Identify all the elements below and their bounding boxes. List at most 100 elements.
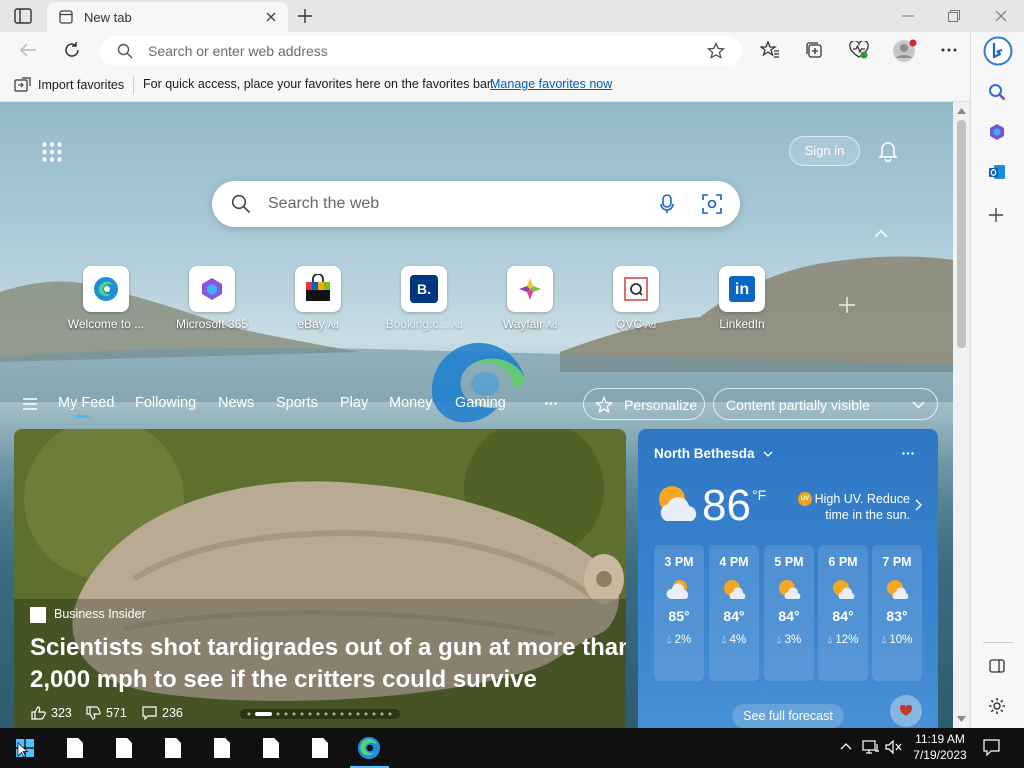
quick-link-wayfair[interactable] bbox=[507, 266, 553, 312]
hourly-forecast-item[interactable]: 3 PM 85° 💧︎ 2% bbox=[654, 545, 704, 681]
comment-icon bbox=[142, 706, 157, 720]
add-quick-link-icon[interactable] bbox=[838, 296, 856, 314]
restore-button[interactable] bbox=[948, 10, 960, 22]
see-full-forecast-button[interactable]: See full forecast bbox=[732, 704, 844, 728]
import-favorites-label: Import favorites bbox=[38, 77, 125, 92]
weather-more-icon[interactable] bbox=[902, 452, 914, 455]
dislike-button[interactable]: 571 bbox=[86, 706, 127, 720]
notification-center-icon[interactable] bbox=[983, 739, 1000, 756]
sidebar-divider bbox=[983, 642, 1013, 643]
close-window-button[interactable] bbox=[995, 10, 1007, 22]
carousel-indicator[interactable] bbox=[240, 709, 400, 719]
quick-link-linkedin[interactable]: in bbox=[719, 266, 765, 312]
volume-muted-icon[interactable] bbox=[885, 740, 903, 754]
news-article-card[interactable]: Business Insider Scientists shot tardigr… bbox=[14, 429, 626, 728]
bing-copilot-icon[interactable] bbox=[983, 36, 1013, 66]
sign-in-button[interactable]: Sign in bbox=[789, 136, 860, 166]
notifications-bell-icon[interactable] bbox=[878, 140, 898, 162]
tab-my-feed[interactable]: My Feed bbox=[58, 395, 114, 411]
taskbar-file-icon[interactable] bbox=[116, 738, 132, 758]
taskbar-file-icon[interactable] bbox=[263, 738, 279, 758]
new-tab-button[interactable] bbox=[297, 8, 313, 24]
quick-link-booking[interactable]: B. bbox=[401, 266, 447, 312]
weather-alert[interactable]: High UV. Reduce time in the sun. bbox=[798, 491, 910, 523]
linkedin-logo-icon: in bbox=[729, 276, 755, 302]
taskbar-file-icon[interactable] bbox=[312, 738, 328, 758]
hourly-forecast-item[interactable]: 7 PM 83° 💧︎ 10% bbox=[872, 545, 922, 681]
personalize-button[interactable]: Personalize bbox=[583, 388, 705, 420]
edge-sidebar bbox=[970, 32, 1024, 728]
show-hidden-icons-chevron[interactable] bbox=[840, 743, 852, 750]
import-favorites-button[interactable]: Import favorites bbox=[14, 77, 124, 92]
feed-menu-icon[interactable] bbox=[23, 398, 37, 410]
temperature-unit: °F bbox=[752, 487, 767, 503]
tab-gaming[interactable]: Gaming bbox=[455, 395, 506, 411]
network-icon[interactable] bbox=[862, 740, 880, 754]
quick-link-label: QVC Ad bbox=[615, 317, 657, 331]
favorites-icon[interactable] bbox=[760, 41, 780, 59]
quick-link-qvc[interactable] bbox=[613, 266, 659, 312]
sidebar-settings-icon[interactable] bbox=[988, 697, 1006, 715]
tab-sports[interactable]: Sports bbox=[276, 395, 318, 411]
microsoft365-sidebar-icon[interactable] bbox=[988, 123, 1006, 141]
app-launcher-icon[interactable] bbox=[42, 142, 62, 162]
taskbar-file-icon[interactable] bbox=[67, 738, 83, 758]
collapse-chevron-icon[interactable] bbox=[874, 230, 888, 238]
more-options-icon[interactable] bbox=[941, 48, 957, 52]
location-chevron-down-icon[interactable] bbox=[763, 451, 773, 457]
scroll-down-arrow-icon[interactable] bbox=[957, 716, 966, 722]
taskbar-file-icon[interactable] bbox=[165, 738, 181, 758]
minimize-button[interactable] bbox=[902, 15, 914, 17]
article-source: Business Insider bbox=[54, 607, 146, 621]
back-button[interactable] bbox=[19, 42, 37, 58]
tab-actions-icon[interactable] bbox=[14, 8, 32, 24]
raindrop-icon: 💧︎ bbox=[721, 634, 727, 646]
clock[interactable]: 11:19 AM 7/19/2023 bbox=[910, 731, 970, 763]
quick-link-microsoft365[interactable] bbox=[189, 266, 235, 312]
hide-sidebar-icon[interactable] bbox=[989, 659, 1005, 673]
browser-essentials-icon[interactable] bbox=[849, 41, 869, 59]
tab-title: New tab bbox=[84, 10, 132, 25]
taskbar-edge-icon[interactable] bbox=[357, 736, 381, 760]
alert-chevron-right-icon[interactable] bbox=[915, 499, 922, 511]
tab-new-tab[interactable]: New tab bbox=[47, 2, 288, 32]
page-scrollbar[interactable] bbox=[953, 102, 970, 728]
tab-play[interactable]: Play bbox=[340, 395, 368, 411]
sidebar-search-icon[interactable] bbox=[988, 83, 1006, 101]
scroll-thumb[interactable] bbox=[957, 120, 966, 348]
more-tabs-icon[interactable] bbox=[545, 402, 557, 405]
thumbs-up-icon bbox=[31, 706, 46, 720]
new-tab-page: Sign in Search the web Welcome to ... Mi… bbox=[0, 102, 953, 728]
quick-link-label: eBay Ad bbox=[297, 317, 339, 331]
outlook-icon[interactable] bbox=[988, 163, 1006, 181]
scroll-up-arrow-icon[interactable] bbox=[957, 108, 966, 114]
web-search-box[interactable]: Search the web bbox=[212, 181, 740, 227]
tab-news[interactable]: News bbox=[218, 395, 254, 411]
comments-button[interactable]: 236 bbox=[142, 706, 183, 720]
weather-location[interactable]: North Bethesda bbox=[654, 446, 755, 461]
tab-money[interactable]: Money bbox=[389, 395, 433, 411]
quick-link-welcome[interactable] bbox=[83, 266, 129, 312]
feedback-heart-icon[interactable] bbox=[890, 695, 922, 727]
taskbar-file-icon[interactable] bbox=[214, 738, 230, 758]
manage-favorites-link[interactable]: Manage favorites now bbox=[490, 77, 612, 91]
hourly-forecast-item[interactable]: 4 PM 84° 💧︎ 4% bbox=[709, 545, 759, 681]
hourly-forecast-item[interactable]: 5 PM 84° 💧︎ 3% bbox=[764, 545, 814, 681]
start-button[interactable] bbox=[16, 739, 34, 757]
collections-icon[interactable] bbox=[805, 41, 823, 59]
microphone-icon[interactable] bbox=[660, 194, 674, 214]
add-sidebar-app-icon[interactable] bbox=[989, 208, 1003, 222]
refresh-button[interactable] bbox=[63, 41, 81, 59]
like-button[interactable]: 323 bbox=[31, 706, 72, 720]
address-bar[interactable]: Search or enter web address bbox=[100, 36, 742, 66]
hourly-forecast-item[interactable]: 6 PM 84° 💧︎ 12% bbox=[818, 545, 868, 681]
add-favorite-star-icon[interactable] bbox=[707, 42, 725, 60]
close-tab-icon[interactable] bbox=[265, 11, 277, 23]
quick-link-ebay[interactable] bbox=[295, 266, 341, 312]
address-placeholder: Search or enter web address bbox=[148, 43, 328, 59]
booking-logo-icon: B. bbox=[410, 275, 438, 303]
profile-avatar[interactable] bbox=[893, 39, 917, 63]
tab-following[interactable]: Following bbox=[135, 395, 196, 411]
visual-search-icon[interactable] bbox=[702, 194, 722, 214]
content-visibility-dropdown[interactable]: Content partially visible bbox=[713, 388, 938, 420]
